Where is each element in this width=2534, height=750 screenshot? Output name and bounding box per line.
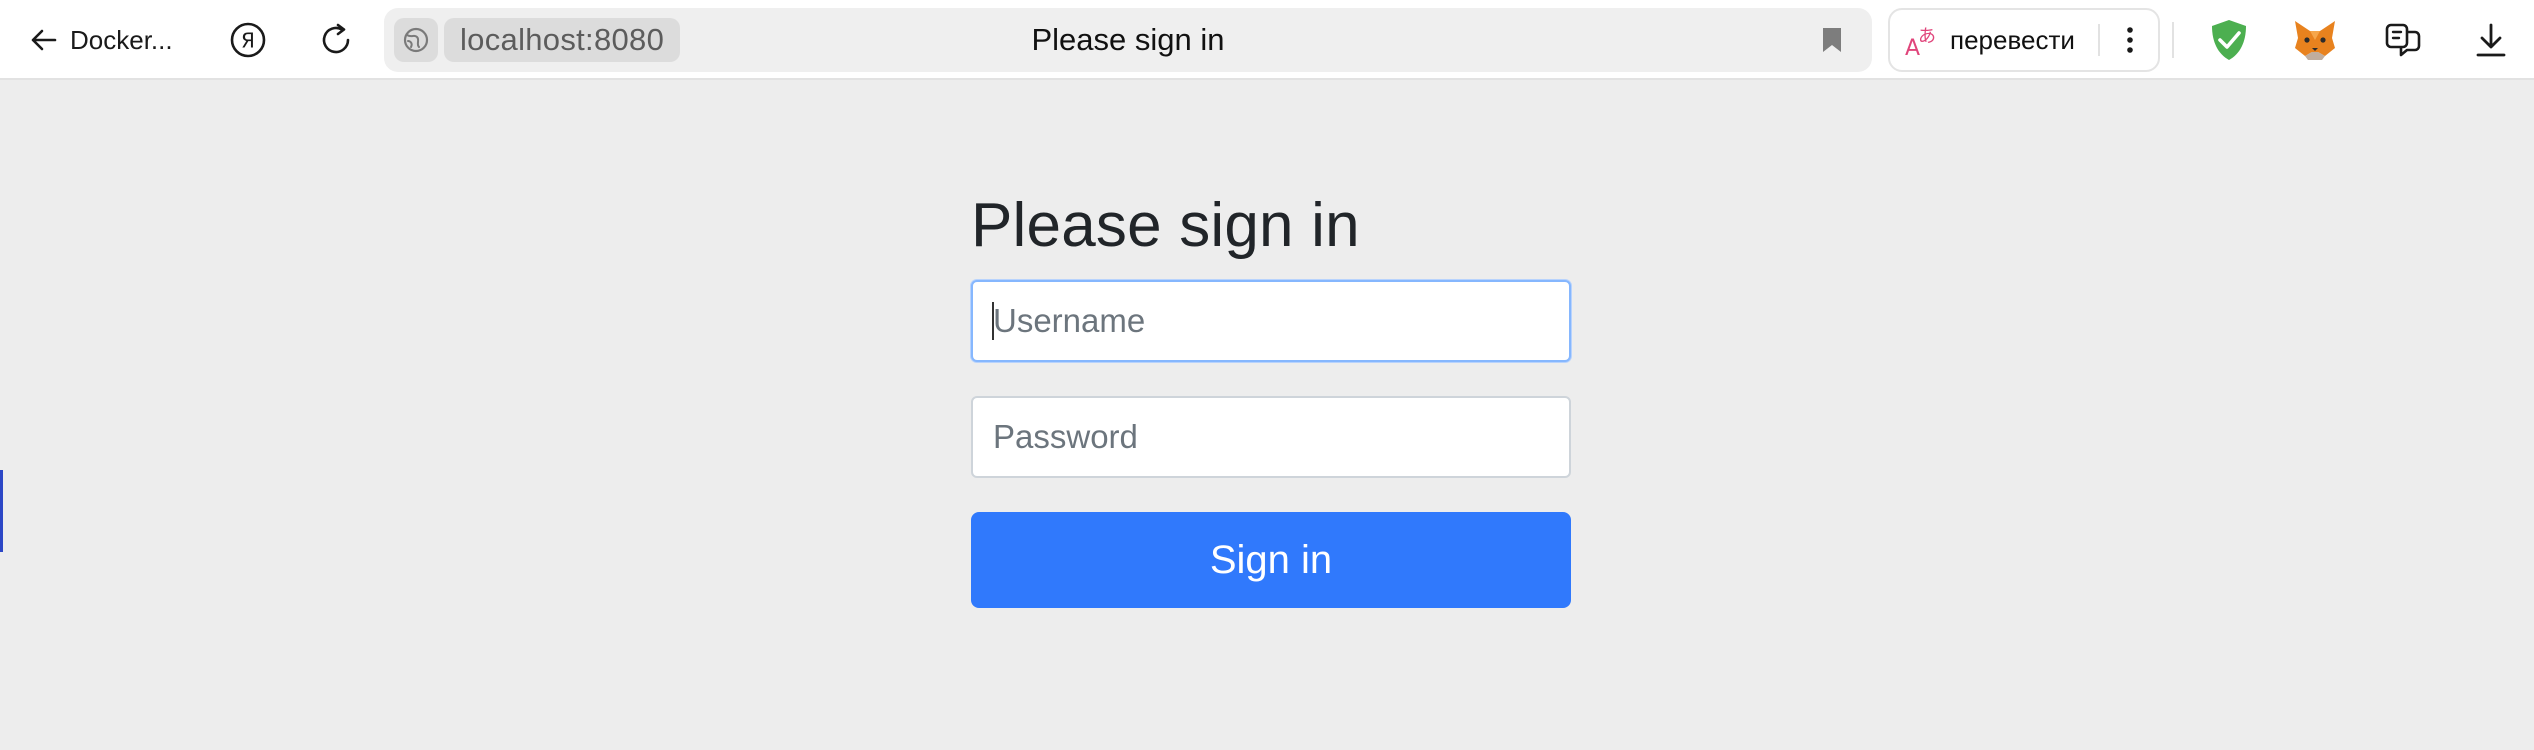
extension-fox-button[interactable]	[2291, 16, 2339, 64]
svg-text:あ: あ	[1918, 26, 1936, 47]
translate-divider	[2098, 24, 2100, 56]
globe-icon	[403, 27, 429, 53]
back-button-label: Docker...	[70, 24, 173, 55]
username-input[interactable]	[971, 280, 1571, 362]
yandex-button[interactable]: Я	[224, 16, 272, 64]
translate-label: перевести	[1950, 24, 2075, 55]
more-button[interactable]	[2108, 18, 2152, 62]
shield-check-icon	[2212, 20, 2246, 60]
url-host[interactable]: localhost:8080	[444, 18, 681, 62]
downloads-button[interactable]	[2467, 16, 2515, 64]
translate-button[interactable]: A あ перевести	[1904, 10, 2075, 70]
toolbar-divider	[2172, 22, 2174, 58]
site-info-button[interactable]	[394, 18, 438, 62]
reload-button[interactable]	[312, 16, 360, 64]
bookmark-icon	[1823, 28, 1841, 52]
password-input[interactable]	[971, 396, 1571, 478]
reload-icon	[322, 23, 350, 54]
login-heading: Please sign in	[971, 191, 1360, 260]
address-bar[interactable]: localhost:8080 Please sign in	[384, 8, 1872, 72]
svg-text:Я: Я	[241, 29, 255, 53]
translate-group: A あ перевести	[1888, 8, 2160, 72]
metamask-fox-icon	[2295, 21, 2335, 60]
download-icon	[2476, 23, 2506, 57]
browser-toolbar: Docker... Я localhost:8080 Please sign i…	[0, 0, 2534, 80]
translate-icon: A あ	[1905, 26, 1936, 58]
arrow-left-icon	[31, 29, 57, 51]
extension-chat-icon	[2385, 23, 2421, 57]
sign-in-button[interactable]: Sign in	[971, 512, 1571, 608]
more-vertical-icon	[2127, 27, 2133, 53]
yandex-icon: Я	[230, 22, 266, 58]
extension-chat-button[interactable]	[2379, 16, 2427, 64]
extension-shield-button[interactable]	[2205, 16, 2253, 64]
bookmark-button[interactable]	[1814, 22, 1850, 58]
window-edge-strip	[0, 470, 3, 552]
back-button[interactable]: Docker...	[28, 18, 173, 62]
text-caret	[992, 302, 994, 340]
